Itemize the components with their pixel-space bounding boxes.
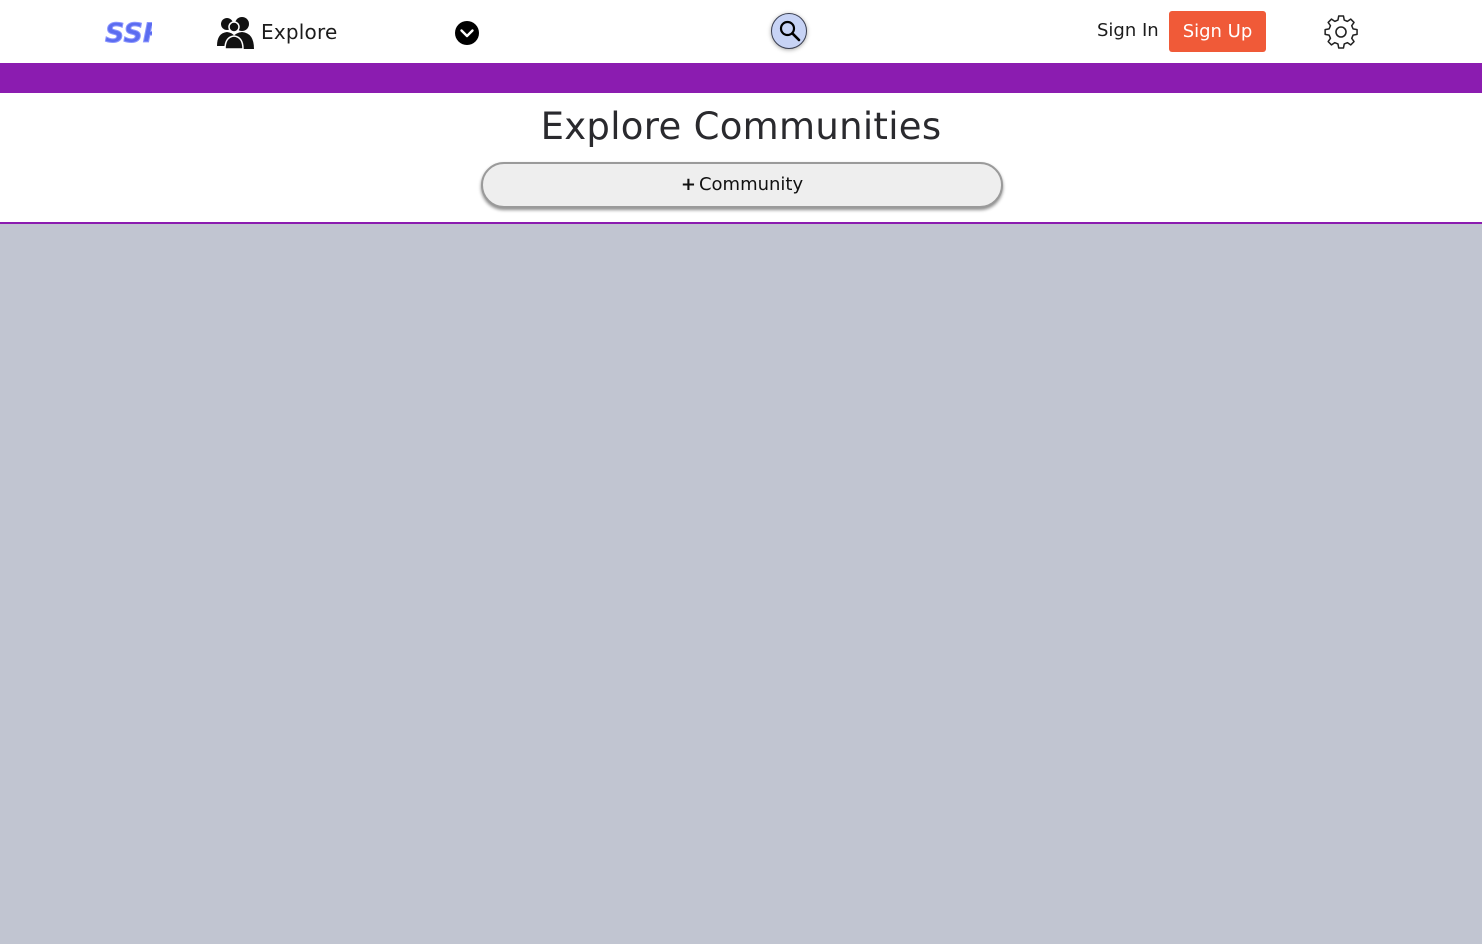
sign-in-link[interactable]: Sign In <box>1097 20 1159 41</box>
search-button[interactable] <box>771 13 807 49</box>
ssp-logo[interactable]: SSP <box>104 14 164 50</box>
add-community-label: Community <box>698 174 804 195</box>
communities-list-area <box>0 224 1482 944</box>
add-community-button[interactable]: + Community <box>481 162 1003 208</box>
search-icon <box>779 20 801 42</box>
chevron-down-icon[interactable] <box>455 21 479 45</box>
explore-menu[interactable]: Explore <box>215 14 481 50</box>
top-navbar: SSP Explore Sign In Sign <box>0 0 1482 63</box>
svg-text:SSP: SSP <box>105 18 152 48</box>
accent-banner <box>0 63 1482 93</box>
page-header: Explore Communities + Community <box>0 93 1482 224</box>
people-icon <box>215 16 255 50</box>
gear-icon[interactable] <box>1324 15 1358 49</box>
page-title: Explore Communities <box>540 105 942 148</box>
sign-up-button[interactable]: Sign Up <box>1169 11 1266 52</box>
plus-icon: + <box>680 174 696 195</box>
explore-label: Explore <box>261 20 338 44</box>
